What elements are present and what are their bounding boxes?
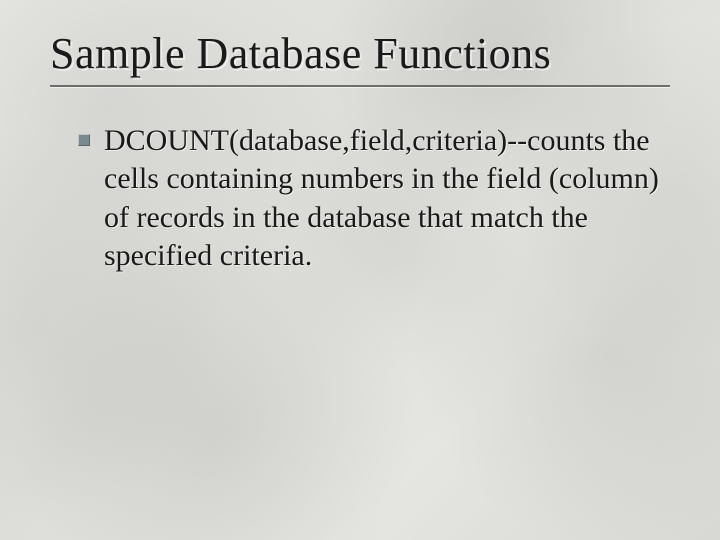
slide-body: DCOUNT(database,field,criteria)--counts … xyxy=(50,122,670,276)
square-bullet-icon xyxy=(78,134,90,146)
title-underline xyxy=(50,85,670,88)
slide-title: Sample Database Functions xyxy=(50,28,670,79)
slide: Sample Database Functions DCOUNT(databas… xyxy=(0,0,720,540)
bullet-text: DCOUNT(database,field,criteria)--counts … xyxy=(104,122,664,276)
list-item: DCOUNT(database,field,criteria)--counts … xyxy=(78,122,670,276)
